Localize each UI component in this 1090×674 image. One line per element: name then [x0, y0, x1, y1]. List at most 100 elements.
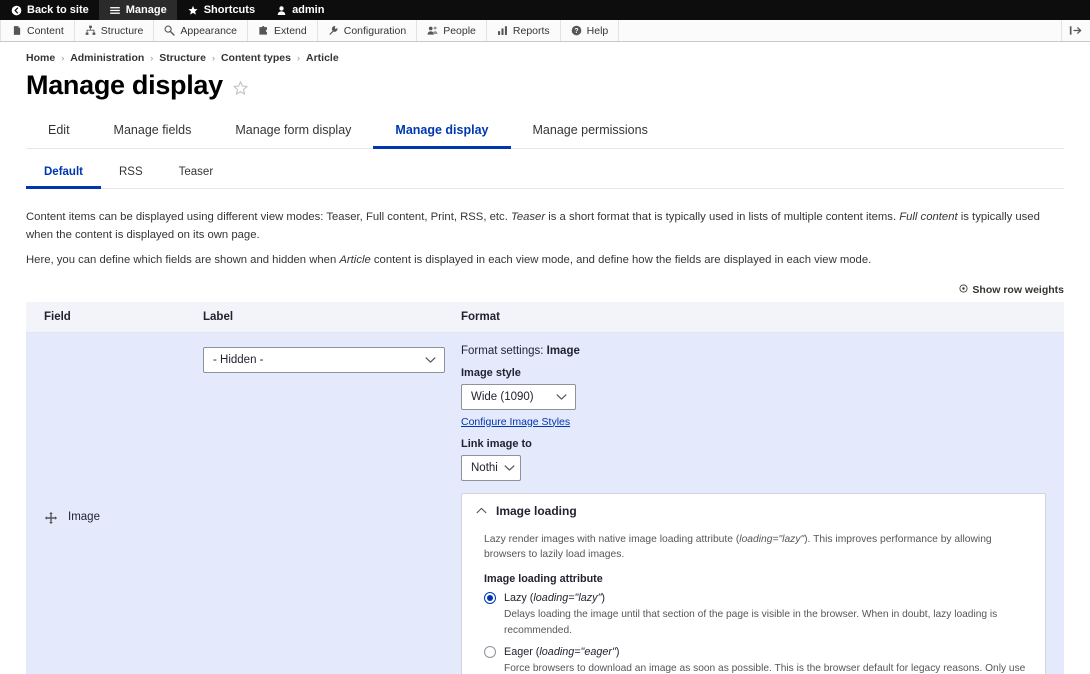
menu-item-label: Structure — [100, 24, 144, 37]
configure-image-styles-link[interactable]: Configure Image Styles — [461, 416, 570, 428]
column-header-field: Field — [26, 301, 203, 333]
table-header-row: Field Label Format — [26, 301, 1064, 333]
menu-item-label: Extend — [274, 24, 307, 37]
toolbar-tab-shortcuts[interactable]: Shortcuts — [177, 0, 265, 20]
radio-button-eager[interactable] — [484, 645, 496, 658]
desc-emphasis-full-content: Full content — [899, 211, 958, 223]
drag-handle-icon[interactable] — [44, 511, 58, 525]
menu-item-appearance[interactable]: Appearance — [154, 20, 249, 41]
desc-text: is a short format that is typically used… — [545, 211, 900, 223]
tab-teaser[interactable]: Teaser — [161, 159, 232, 189]
star-outline-icon[interactable] — [232, 80, 249, 97]
page-header: Manage display — [26, 66, 1064, 101]
menu-item-label: Configuration — [343, 24, 407, 37]
image-loading-summary[interactable]: Image loading — [462, 494, 1045, 528]
desc-emphasis-article: Article — [339, 254, 371, 266]
radio-lazy-label[interactable]: Lazy (loading="lazy") — [484, 592, 1031, 605]
radio-option-eager: Eager (loading="eager") Force browsers t… — [484, 645, 1031, 674]
show-row-weights-link[interactable]: Show row weights — [959, 284, 1064, 296]
toolbar-spacer — [619, 20, 1062, 41]
cell-label-image: - Hidden - — [203, 332, 461, 674]
menu-item-content[interactable]: Content — [0, 20, 75, 41]
toolbar-tab-label: Back to site — [27, 4, 89, 16]
wrench-icon — [328, 25, 339, 36]
breadcrumb-item-content-types[interactable]: Content types — [221, 52, 291, 64]
radio-code: loading="eager" — [539, 645, 616, 658]
image-loading-summary-label: Image loading — [496, 503, 577, 518]
document-icon — [11, 25, 22, 36]
description-paragraph-2: Here, you can define which fields are sh… — [26, 252, 1064, 270]
secondary-tabs: Default RSS Teaser — [26, 159, 1064, 189]
menu-item-people[interactable]: People — [417, 20, 487, 41]
orientation-toggle-icon[interactable] — [1062, 20, 1090, 41]
image-style-select-wrap: Wide (1090) — [461, 383, 576, 410]
image-style-label: Image style — [461, 366, 521, 379]
toolbar-tab-user[interactable]: admin — [265, 0, 334, 20]
tab-default[interactable]: Default — [26, 159, 101, 189]
people-icon — [427, 25, 438, 36]
tab-manage-display[interactable]: Manage display — [373, 115, 511, 149]
menu-item-reports[interactable]: Reports — [487, 20, 561, 41]
toolbar-tab-label: Shortcuts — [203, 4, 256, 16]
breadcrumb: Home › Administration › Structure › Cont… — [26, 42, 1064, 66]
tab-edit[interactable]: Edit — [26, 115, 92, 149]
table-head: Field Label Format — [26, 301, 1064, 333]
breadcrumb-separator: › — [61, 53, 65, 63]
menu-item-label: Content — [27, 24, 64, 37]
toolbar-tab-manage[interactable]: Manage — [98, 0, 177, 20]
format-settings-name: Image — [546, 344, 580, 357]
desc-text: content is displayed in each view mode, … — [370, 254, 872, 266]
description-paragraph-1: Content items can be displayed using dif… — [26, 209, 1064, 244]
tab-manage-fields[interactable]: Manage fields — [92, 115, 214, 149]
link-image-to-select[interactable]: Nothing — [461, 454, 521, 481]
table-body: Image - Hidden - Format settings: Image … — [26, 332, 1064, 674]
format-settings-prefix: Format settings: — [461, 344, 547, 357]
menu-item-label: Help — [586, 24, 609, 37]
toolbar-tab-back-to-site[interactable]: Back to site — [0, 0, 99, 20]
tab-manage-form-display[interactable]: Manage form display — [213, 115, 373, 149]
cell-format-image: Format settings: Image Image style Wide … — [461, 332, 1064, 674]
menu-item-structure[interactable]: Structure — [75, 20, 155, 41]
toolbar-tab-label: admin — [292, 4, 325, 16]
chart-bars-icon — [497, 25, 508, 36]
menu-item-extend[interactable]: Extend — [248, 20, 318, 41]
note-code: loading="lazy" — [739, 533, 805, 545]
gear-small-icon — [959, 283, 968, 296]
image-loading-details: Image loading Lazy render images with na… — [461, 492, 1046, 674]
note-text: Lazy render images with native image loa… — [484, 533, 740, 545]
label-select-image[interactable]: - Hidden - — [203, 346, 445, 373]
star-icon — [187, 4, 199, 16]
breadcrumb-item-home[interactable]: Home — [26, 52, 55, 64]
row-weights-toggle-wrap: Show row weights — [26, 284, 1064, 296]
admin-toolbar: Back to site Manage Shortcuts admin — [0, 0, 1090, 20]
breadcrumb-item-administration[interactable]: Administration — [70, 52, 144, 64]
desc-text: Content items can be displayed using dif… — [26, 211, 511, 223]
breadcrumb-item-structure[interactable]: Structure — [159, 52, 206, 64]
image-loading-body: Lazy render images with native image loa… — [462, 528, 1045, 674]
page-container: Home › Administration › Structure › Cont… — [0, 42, 1090, 674]
menu-item-configuration[interactable]: Configuration — [318, 20, 418, 41]
menu-item-help[interactable]: ? Help — [561, 20, 620, 41]
show-row-weights-label: Show row weights — [972, 283, 1064, 296]
radio-button-lazy[interactable] — [484, 592, 496, 605]
svg-text:?: ? — [574, 28, 578, 35]
radio-text: ) — [601, 592, 606, 605]
format-settings-title: Format settings: Image — [461, 345, 1046, 357]
menu-item-label: Reports — [512, 24, 550, 37]
link-image-to-select-wrap: Nothing — [461, 454, 521, 481]
table-row: Image - Hidden - Format settings: Image … — [26, 332, 1064, 674]
radio-eager-label[interactable]: Eager (loading="eager") — [484, 645, 1031, 658]
admin-menu-tray: Content Structure Appearance Extend Conf… — [0, 20, 1090, 42]
page-description: Content items can be displayed using dif… — [26, 209, 1064, 270]
radio-code: loading="lazy" — [533, 592, 602, 605]
tab-rss[interactable]: RSS — [101, 159, 161, 189]
radio-lazy-description: Delays loading the image until that sect… — [504, 609, 998, 636]
breadcrumb-separator: › — [211, 53, 215, 63]
radio-option-lazy: Lazy (loading="lazy") Delays loading the… — [484, 592, 1031, 638]
question-mark-icon: ? — [571, 25, 582, 36]
user-icon — [275, 4, 287, 16]
breadcrumb-item-article[interactable]: Article — [306, 52, 339, 64]
tab-manage-permissions[interactable]: Manage permissions — [511, 115, 670, 149]
desc-text: Here, you can define which fields are sh… — [26, 254, 340, 266]
image-style-select[interactable]: Wide (1090) — [461, 383, 576, 410]
